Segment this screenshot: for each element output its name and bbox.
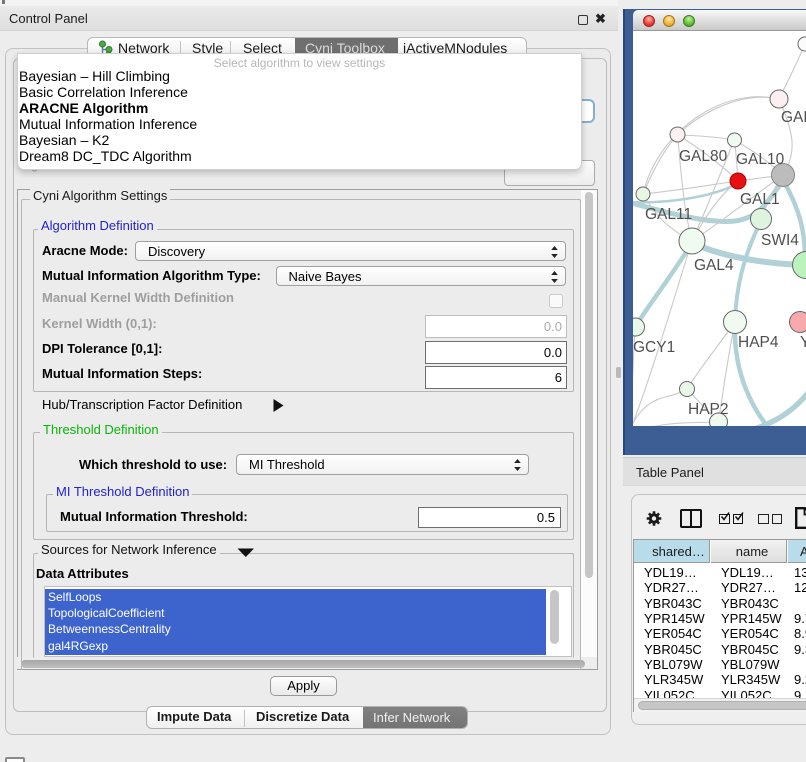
svg-text:GAL4: GAL4 [694,257,734,274]
svg-text:GAL1: GAL1 [740,191,780,208]
svg-text:Y: Y [800,334,806,351]
svg-text:SWI4: SWI4 [761,232,799,249]
svg-text:GAL10: GAL10 [736,151,785,168]
svg-text:GAL11: GAL11 [645,206,692,223]
svg-text:GCY1: GCY1 [633,339,675,356]
svg-text:GAL2: GAL2 [781,109,806,126]
svg-text:HAP4: HAP4 [738,334,779,351]
svg-text:HAP2: HAP2 [688,401,729,418]
svg-text:GAL80: GAL80 [679,148,728,165]
